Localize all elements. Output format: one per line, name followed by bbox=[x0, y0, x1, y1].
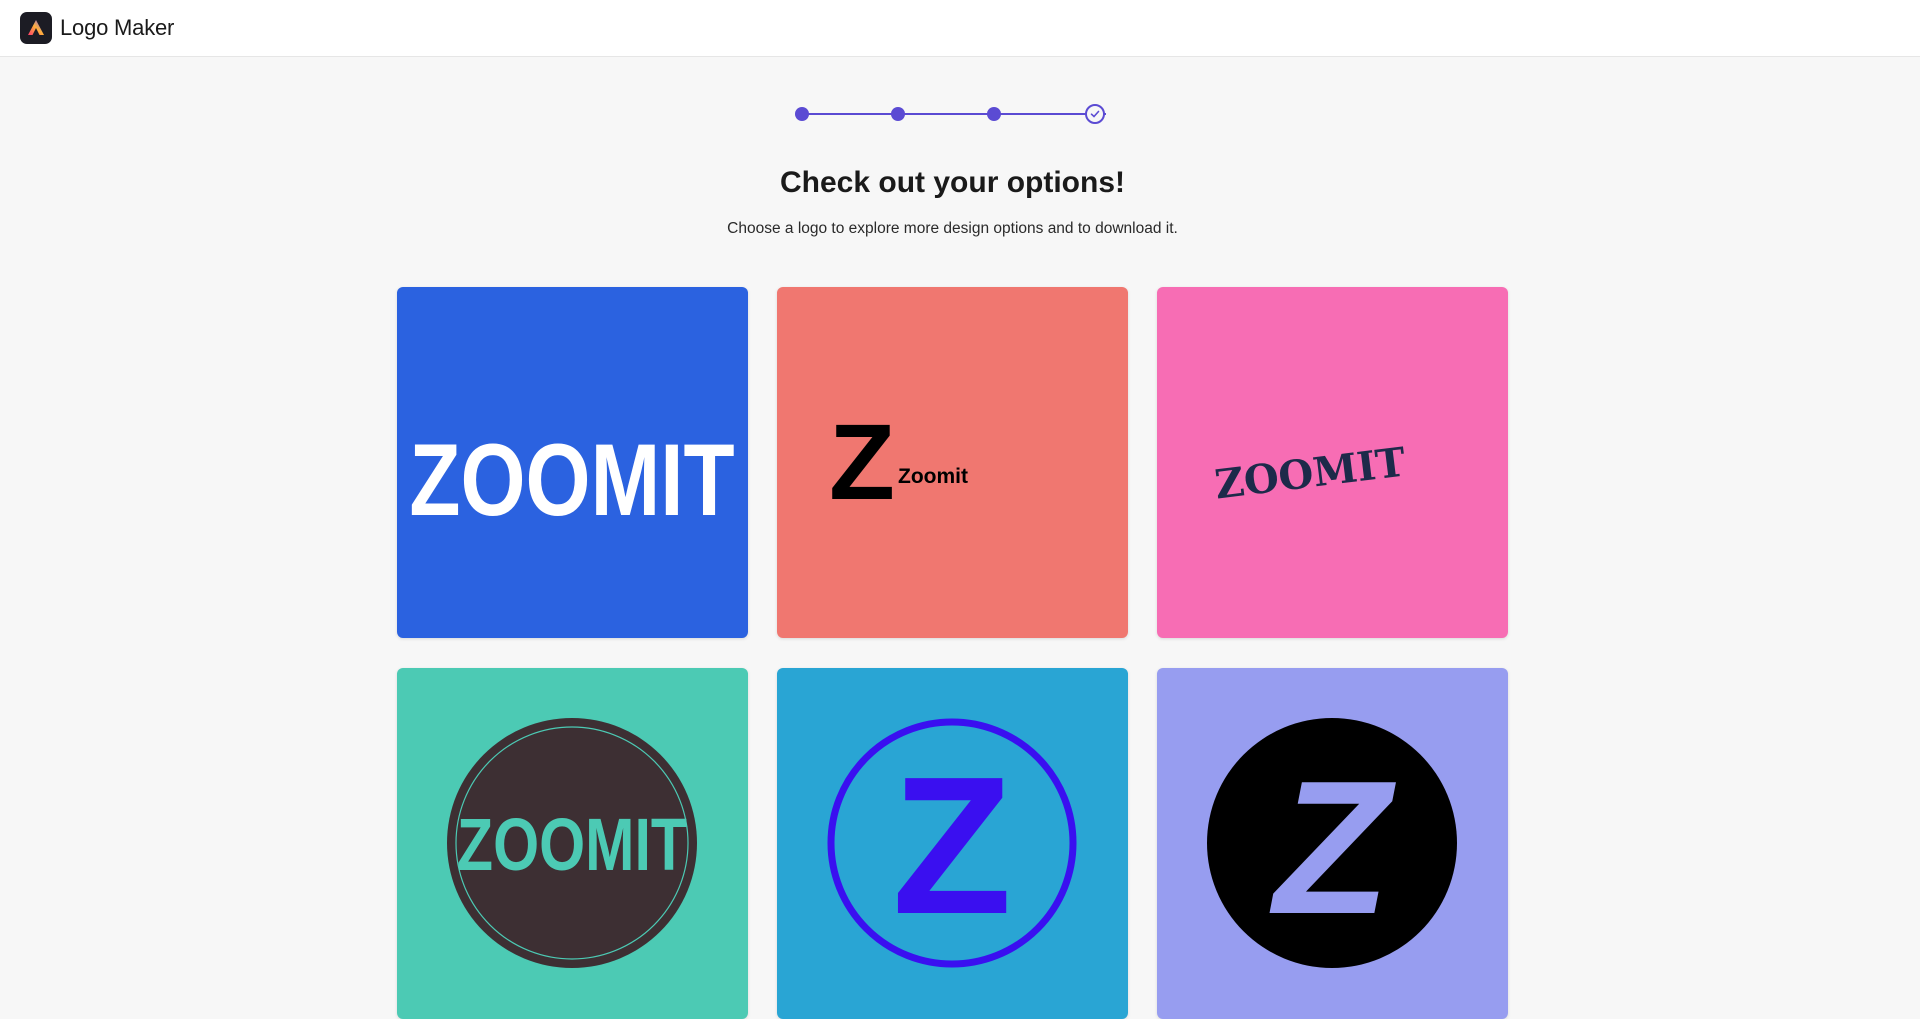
page-subheading: Choose a logo to explore more design opt… bbox=[727, 220, 1178, 237]
app-title: Logo Maker bbox=[60, 15, 175, 40]
logo-6-artwork: Z bbox=[1207, 718, 1457, 968]
logo-3-artwork: ZOOMIT bbox=[1212, 438, 1408, 508]
logo-option-6[interactable]: Z bbox=[1157, 668, 1508, 1019]
logo-2-monogram: Z bbox=[829, 401, 895, 522]
logo-5-artwork: Z bbox=[827, 718, 1077, 968]
progress-stepper bbox=[795, 104, 1108, 124]
logo-options-grid: ZOOMIT Z Zoomit ZOOMIT ZOOMIT Z Z bbox=[397, 287, 1508, 1019]
step-3-dot bbox=[987, 107, 1001, 121]
logo-option-2[interactable]: Z Zoomit bbox=[777, 287, 1128, 638]
logo-2-wordmark: Zoomit bbox=[898, 465, 968, 488]
logo-1-artwork: ZOOMIT bbox=[409, 423, 734, 537]
logo-5-monogram: Z bbox=[892, 736, 1012, 955]
step-1-dot bbox=[795, 107, 809, 121]
logo-6-monogram: Z bbox=[1269, 742, 1396, 954]
step-connector bbox=[802, 113, 1106, 115]
logo-4-wordmark: ZOOMIT bbox=[457, 804, 687, 887]
adobe-express-icon[interactable] bbox=[20, 12, 52, 44]
logo-option-4[interactable]: ZOOMIT bbox=[397, 668, 748, 1019]
logo-option-3[interactable]: ZOOMIT bbox=[1157, 287, 1508, 638]
logo-4-artwork: ZOOMIT bbox=[447, 718, 697, 968]
logo-1-wordmark: ZOOMIT bbox=[409, 423, 734, 537]
logo-option-1[interactable]: ZOOMIT bbox=[397, 287, 748, 638]
step-2-dot bbox=[891, 107, 905, 121]
step-4-complete bbox=[1085, 104, 1105, 124]
logo-2-artwork: Z Zoomit bbox=[829, 401, 968, 522]
top-bar: Logo Maker bbox=[0, 0, 1920, 57]
logo-3-wordmark: ZOOMIT bbox=[1212, 438, 1408, 508]
page-heading: Check out your options! bbox=[780, 166, 1125, 199]
check-icon bbox=[1090, 110, 1100, 118]
logo-option-5[interactable]: Z bbox=[777, 668, 1128, 1019]
